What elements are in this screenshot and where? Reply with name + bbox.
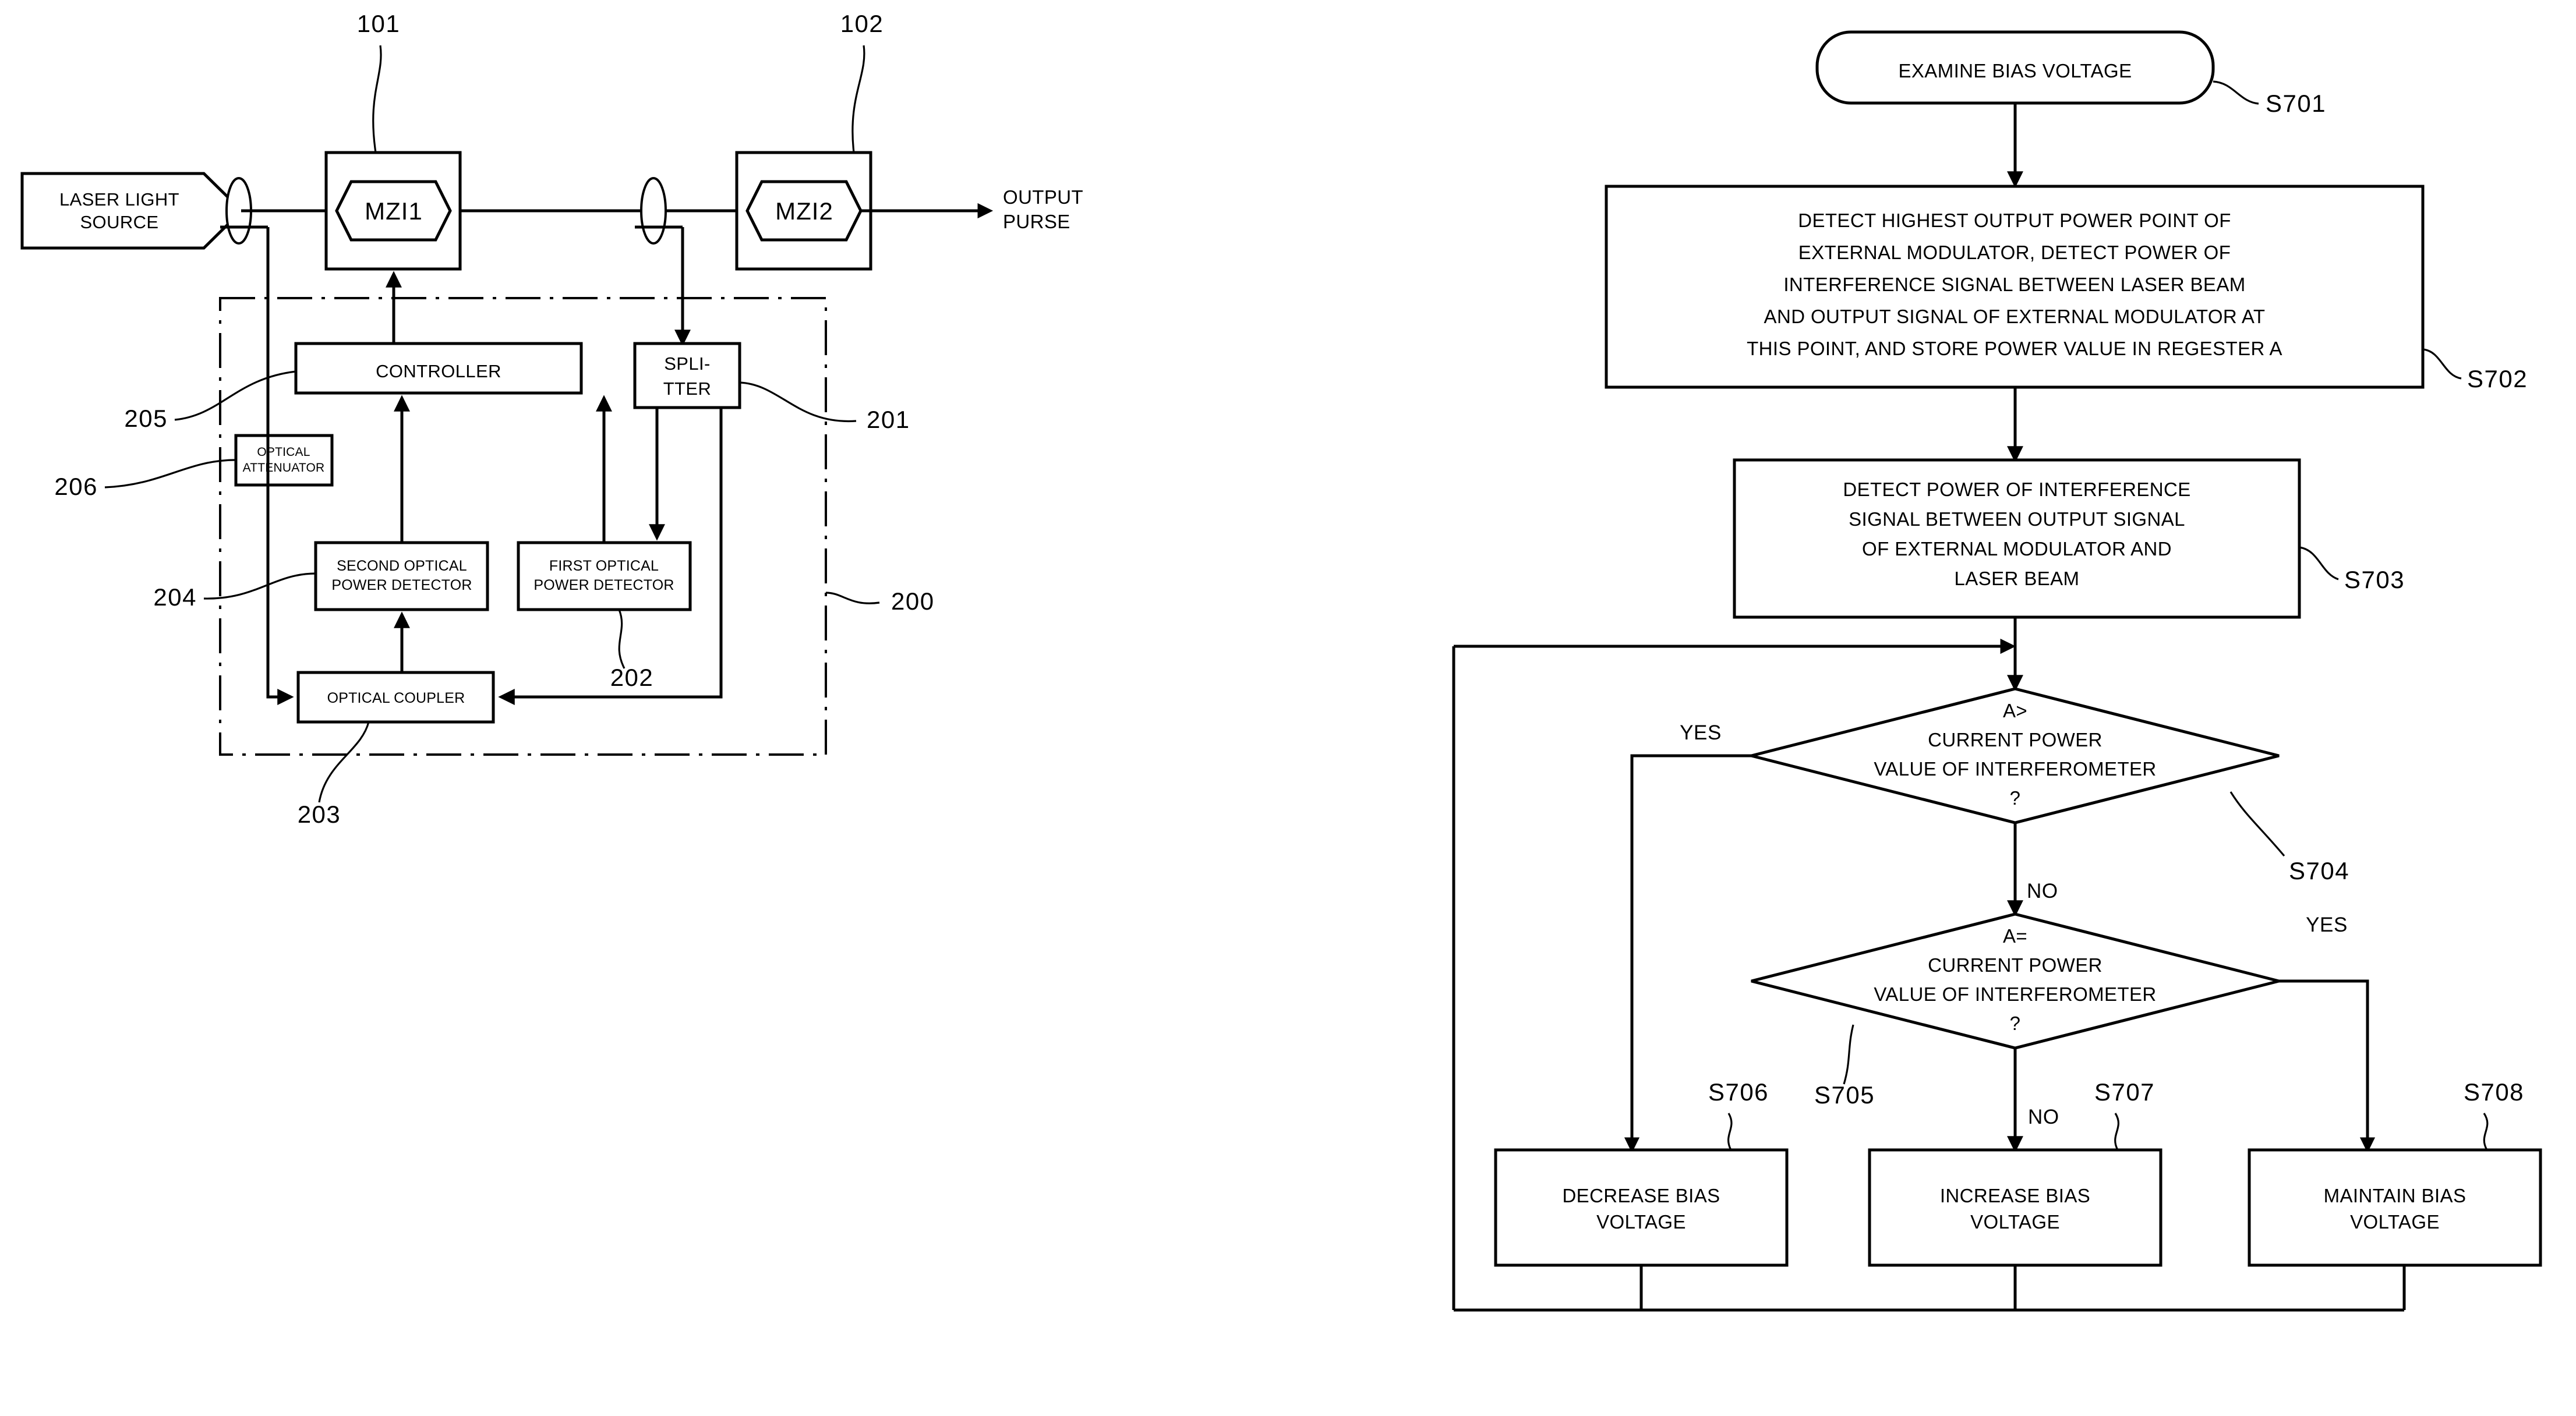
step-s703-line2: SIGNAL BETWEEN OUTPUT SIGNAL: [1849, 508, 2185, 530]
step-s704-line3: VALUE OF INTERFEROMETER: [1874, 758, 2156, 780]
optical-attenuator-box: [234, 434, 334, 487]
splitter-label-line1: SPLI-: [664, 353, 711, 374]
mzi1-label: MZI1: [365, 197, 423, 225]
right-figure-group: EXAMINE BIAS VOLTAGE S701 DETECT HIGHEST…: [1452, 30, 2542, 1312]
ref-202-label: 202: [610, 664, 654, 691]
step-s705-line2: CURRENT POWER: [1928, 954, 2103, 976]
step-s701-text: EXAMINE BIAS VOLTAGE: [1898, 60, 2132, 82]
step-s702-leader: [2422, 348, 2462, 380]
step-s705-line4: ?: [2010, 1013, 2021, 1034]
step-s706-leader: [1727, 1113, 1733, 1150]
step-s708-line1: MAINTAIN BIAS: [2324, 1185, 2467, 1206]
step-s702-line3: INTERFERENCE SIGNAL BETWEEN LASER BEAM: [1783, 274, 2245, 295]
ref-101-leader: [372, 45, 382, 153]
controller-label: CONTROLLER: [376, 361, 501, 381]
splitter-label-line2: TTER: [663, 378, 712, 399]
step-s707-leader: [2114, 1113, 2119, 1150]
step-s705-id: S705: [1814, 1081, 1875, 1109]
first-detector-label-line1: FIRST OPTICAL: [549, 558, 659, 574]
step-s706-id: S706: [1708, 1078, 1769, 1106]
step-s705-yes-label: YES: [2306, 914, 2348, 936]
step-s702-line5: THIS POINT, AND STORE POWER VALUE IN REG…: [1747, 338, 2282, 359]
step-s703-line4: LASER BEAM: [1955, 568, 2080, 589]
step-s705-leader: [1843, 1024, 1854, 1085]
step-s707-id: S707: [2094, 1078, 2155, 1106]
step-s703-line1: DETECT POWER OF INTERFERENCE: [1843, 479, 2190, 500]
step-s706-line1: DECREASE BIAS: [1562, 1185, 1720, 1206]
step-s703-line3: OF EXTERNAL MODULATOR AND: [1862, 538, 2172, 560]
step-s704-leader: [2229, 791, 2285, 857]
figure-canvas: LASER LIGHT SOURCE MZI1 101 MZI2 102 OUT…: [20, 10, 2542, 1312]
ref-201-label: 201: [867, 406, 910, 433]
ref-203-label: 203: [298, 801, 341, 828]
step-s705-no-label: NO: [2028, 1106, 2059, 1128]
ref-206-leader: [104, 459, 236, 488]
step-s701-leader: [2213, 80, 2259, 105]
patent-figure-page: LASER LIGHT SOURCE MZI1 101 MZI2 102 OUT…: [0, 0, 2576, 1416]
step-s708-box: [2248, 1148, 2542, 1267]
step-s707-line2: VOLTAGE: [1970, 1211, 2060, 1233]
ref-205-label: 205: [124, 405, 168, 432]
second-detector-label-line1: SECOND OPTICAL: [337, 558, 467, 574]
ref-200-leader: [825, 592, 880, 604]
step-s708-id: S708: [2464, 1078, 2524, 1106]
step-s707-line1: INCREASE BIAS: [1940, 1185, 2090, 1206]
ref-101-label: 101: [357, 10, 401, 37]
step-s706-box: [1494, 1148, 1789, 1267]
step-s702-id: S702: [2467, 365, 2528, 392]
mzi2-label: MZI2: [775, 197, 833, 225]
flow-s705-yes-to-s708: [2279, 979, 2376, 1153]
second-optical-power-detector-box: [314, 541, 489, 611]
step-s705-line3: VALUE OF INTERFEROMETER: [1874, 983, 2156, 1005]
output-label-line1: OUTPUT: [1003, 186, 1083, 208]
output-label-line2: PURSE: [1003, 211, 1070, 232]
step-s701-id: S701: [2266, 90, 2326, 117]
optical-attenuator-label-line2: ATTENUATOR: [243, 461, 325, 475]
step-s708-line2: VOLTAGE: [2350, 1211, 2440, 1233]
ref-202-leader: [618, 609, 626, 669]
step-s704-yes-label: YES: [1680, 721, 1722, 744]
step-s703-id: S703: [2344, 566, 2405, 593]
laser-light-source-label-line2: SOURCE: [80, 212, 158, 232]
ref-102-label: 102: [840, 10, 884, 37]
step-s704-line4: ?: [2010, 787, 2021, 809]
left-figure-group: LASER LIGHT SOURCE MZI1 101 MZI2 102 OUT…: [20, 10, 1083, 828]
ref-102-leader: [851, 45, 865, 153]
ref-200-label: 200: [891, 587, 935, 615]
laser-light-source-label-line1: LASER LIGHT: [59, 189, 179, 210]
step-s704-line2: CURRENT POWER: [1928, 729, 2103, 751]
ref-205-leader: [174, 370, 296, 421]
first-detector-label-line2: POWER DETECTOR: [533, 577, 674, 593]
second-detector-label-line2: POWER DETECTOR: [331, 577, 472, 593]
first-optical-power-detector-box: [517, 541, 692, 611]
step-s703-leader: [2299, 546, 2339, 580]
step-s702-line4: AND OUTPUT SIGNAL OF EXTERNAL MODULATOR …: [1764, 306, 2266, 327]
step-s704-id: S704: [2289, 857, 2349, 884]
step-s702-line2: EXTERNAL MODULATOR, DETECT POWER OF: [1798, 242, 2231, 263]
step-s702-line1: DETECT HIGHEST OUTPUT POWER POINT OF: [1798, 210, 2231, 231]
ref-201-leader: [739, 381, 857, 423]
step-s706-line2: VOLTAGE: [1596, 1211, 1686, 1233]
step-s704-line1: A>: [2003, 700, 2027, 721]
step-s705-line1: A=: [2003, 925, 2027, 947]
optical-attenuator-label-line1: OPTICAL: [257, 445, 310, 459]
laser-light-source-box: [20, 172, 244, 250]
step-s708-leader: [2483, 1113, 2489, 1150]
optical-coupler-label: OPTICAL COUPLER: [327, 690, 465, 706]
step-s704-no-label: NO: [2027, 880, 2058, 902]
optical-tap-ellipse-2: [640, 177, 667, 245]
ref-203-leader: [318, 721, 370, 803]
ref-204-label: 204: [153, 583, 197, 611]
ref-206-label: 206: [54, 473, 98, 500]
step-s707-box: [1868, 1148, 2162, 1267]
